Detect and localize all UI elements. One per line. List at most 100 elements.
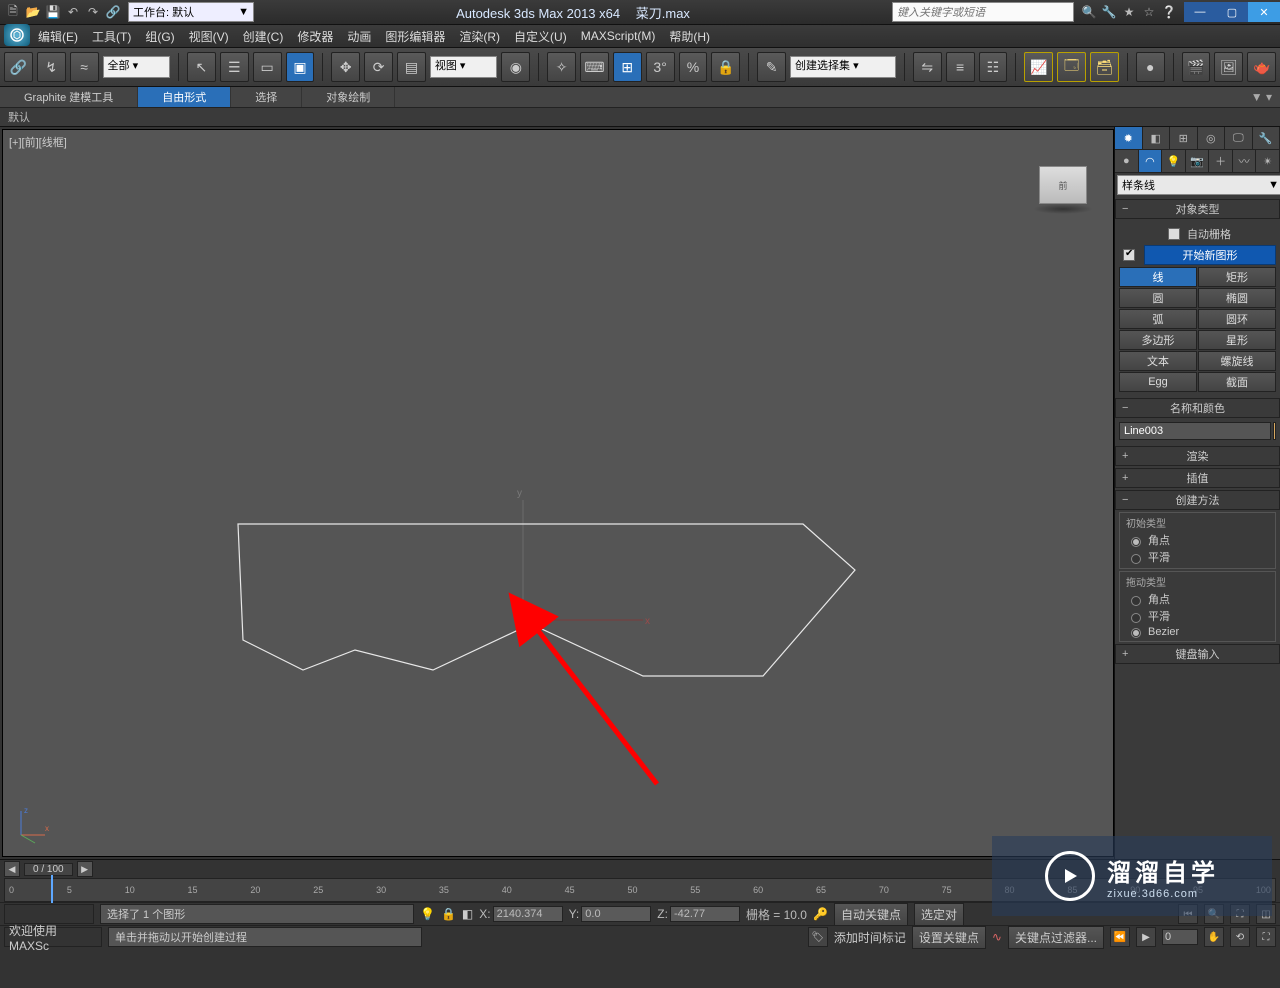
render-button[interactable]: 🫖	[1247, 52, 1276, 82]
cameras-cat-icon[interactable]: 📷	[1186, 150, 1210, 172]
key-wave-icon[interactable]: ∿	[992, 930, 1002, 944]
application-menu-button[interactable]	[4, 24, 30, 46]
unlink-button[interactable]: ↯	[37, 52, 66, 82]
next-frame-button[interactable]: ▶	[77, 861, 93, 877]
tab-selection[interactable]: 选择	[231, 87, 302, 107]
auto-grid-checkbox[interactable]	[1168, 228, 1180, 240]
rollout-object-type[interactable]: −对象类型	[1115, 199, 1280, 219]
schematic-view-button[interactable]: 🗔	[1057, 52, 1086, 82]
rollout-interpolation[interactable]: +插值	[1115, 468, 1280, 488]
tab-object-paint[interactable]: 对象绘制	[302, 87, 395, 107]
shape-star-button[interactable]: 星形	[1198, 330, 1276, 350]
layer-manager-button[interactable]: ☷	[979, 52, 1008, 82]
shape-helix-button[interactable]: 螺旋线	[1198, 351, 1276, 371]
dope-sheet-button[interactable]: 🗃	[1090, 52, 1119, 82]
shapes-cat-icon[interactable]: ◠	[1139, 150, 1163, 172]
scale-button[interactable]: ▤	[397, 52, 426, 82]
time-tags-label[interactable]: 添加时间标记	[834, 929, 906, 946]
menu-views[interactable]: 视图(V)	[189, 28, 229, 45]
menu-tools[interactable]: 工具(T)	[92, 28, 131, 45]
snap-toggle-button[interactable]: ⊞	[613, 52, 642, 82]
close-button[interactable]: ✕	[1248, 2, 1280, 22]
bind-button[interactable]: ≈	[70, 52, 99, 82]
shape-text-button[interactable]: 文本	[1119, 351, 1197, 371]
rollout-name-color[interactable]: −名称和颜色	[1115, 398, 1280, 418]
viewport[interactable]: [+][前][线框] 前 y x z	[2, 129, 1114, 857]
menu-animation[interactable]: 动画	[347, 28, 371, 45]
object-color-swatch[interactable]	[1273, 422, 1276, 440]
mirror-button[interactable]: ⇋	[913, 52, 942, 82]
systems-cat-icon[interactable]: ✴	[1256, 150, 1280, 172]
helpers-cat-icon[interactable]: ＋	[1209, 150, 1233, 172]
help-search-input[interactable]	[892, 2, 1074, 22]
move-button[interactable]: ✥	[331, 52, 360, 82]
rendered-frame-button[interactable]: 🖼	[1214, 52, 1243, 82]
ref-coord-select[interactable]: 视图 ▾	[430, 56, 498, 78]
time-marker[interactable]	[51, 875, 53, 903]
rotate-button[interactable]: ⟳	[364, 52, 393, 82]
manipulate-button[interactable]: ✧	[547, 52, 576, 82]
selection-filter-select[interactable]: 全部 ▾	[103, 56, 171, 78]
rollout-render[interactable]: +渲染	[1115, 446, 1280, 466]
pan-button[interactable]: ✋	[1204, 927, 1224, 947]
start-new-shape-button[interactable]: 开始新图形	[1144, 245, 1276, 265]
shape-rectangle-button[interactable]: 矩形	[1198, 267, 1276, 287]
keyboard-shortcut-button[interactable]: ⌨	[580, 52, 609, 82]
material-editor-button[interactable]: ●	[1136, 52, 1165, 82]
frame-indicator[interactable]: 0 / 100	[24, 863, 73, 876]
lights-cat-icon[interactable]: 💡	[1162, 150, 1186, 172]
named-selection-select[interactable]: 创建选择集 ▾	[790, 56, 896, 78]
current-frame-input[interactable]	[1162, 929, 1198, 945]
edit-named-sel-button[interactable]: ✎	[757, 52, 786, 82]
angle-snap-button[interactable]: 3°	[646, 52, 675, 82]
ribbon-expand-icon[interactable]: ▼ ▾	[1251, 90, 1272, 104]
initial-corner-radio[interactable]	[1131, 537, 1141, 547]
shape-circle-button[interactable]: 圆	[1119, 288, 1197, 308]
initial-smooth-radio[interactable]	[1131, 554, 1141, 564]
key-icon[interactable]: 🔑	[813, 907, 828, 921]
shape-ellipse-button[interactable]: 椭圆	[1198, 288, 1276, 308]
tab-freeform[interactable]: 自由形式	[138, 87, 231, 107]
rollout-creation-method[interactable]: −创建方法	[1115, 490, 1280, 510]
prev-key-button[interactable]: ⏪	[1110, 927, 1130, 947]
y-coord-input[interactable]	[581, 906, 651, 922]
redo-icon[interactable]: ↷	[84, 3, 102, 21]
drag-smooth-radio[interactable]	[1131, 613, 1141, 623]
subscription-icon[interactable]: 🔍	[1080, 3, 1098, 21]
autodesk-icon[interactable]: 🔧	[1100, 3, 1118, 21]
play-button[interactable]: ▶	[1136, 927, 1156, 947]
menu-rendering[interactable]: 渲染(R)	[459, 28, 500, 45]
prev-frame-button[interactable]: ◀	[4, 861, 20, 877]
set-key-button[interactable]: 设置关键点	[912, 926, 986, 949]
tab-graphite[interactable]: Graphite 建模工具	[0, 87, 138, 107]
workspace-select[interactable]: 工作台: 默认▼	[128, 2, 254, 22]
auto-key-button[interactable]: 自动关键点	[834, 903, 908, 926]
iso-icon[interactable]: ◧	[462, 907, 473, 921]
undo-icon[interactable]: ↶	[64, 3, 82, 21]
geometry-cat-icon[interactable]: ●	[1115, 150, 1139, 172]
spinner-snap-button[interactable]: 🔒	[711, 52, 740, 82]
new-icon[interactable]: 🗎	[4, 3, 22, 21]
selected-filter-button[interactable]: 选定对	[914, 903, 964, 926]
shape-line-button[interactable]: 线	[1119, 267, 1197, 287]
hierarchy-tab-icon[interactable]: ⊞	[1170, 127, 1198, 149]
favorites-icon[interactable]: ☆	[1140, 3, 1158, 21]
menu-create[interactable]: 创建(C)	[243, 28, 284, 45]
create-tab-icon[interactable]: ✹	[1115, 127, 1143, 149]
link-icon[interactable]: 🔗	[104, 3, 122, 21]
time-tag-icon[interactable]: 🏷	[808, 927, 828, 947]
spacewarps-cat-icon[interactable]: 〰	[1233, 150, 1257, 172]
save-icon[interactable]: 💾	[44, 3, 62, 21]
exchange-icon[interactable]: ★	[1120, 3, 1138, 21]
window-crossing-button[interactable]: ▣	[286, 52, 315, 82]
link-button[interactable]: 🔗	[4, 52, 33, 82]
lock-icon[interactable]: 🔒	[441, 907, 456, 921]
key-filters-button[interactable]: 关键点过滤器...	[1008, 926, 1104, 949]
menu-help[interactable]: 帮助(H)	[669, 28, 710, 45]
display-tab-icon[interactable]: 🖵	[1225, 127, 1253, 149]
menu-modifiers[interactable]: 修改器	[297, 28, 333, 45]
menu-customize[interactable]: 自定义(U)	[514, 28, 567, 45]
curve-editor-button[interactable]: 📈	[1024, 52, 1053, 82]
shape-donut-button[interactable]: 圆环	[1198, 309, 1276, 329]
subcategory-select[interactable]: 样条线▼	[1117, 175, 1280, 195]
